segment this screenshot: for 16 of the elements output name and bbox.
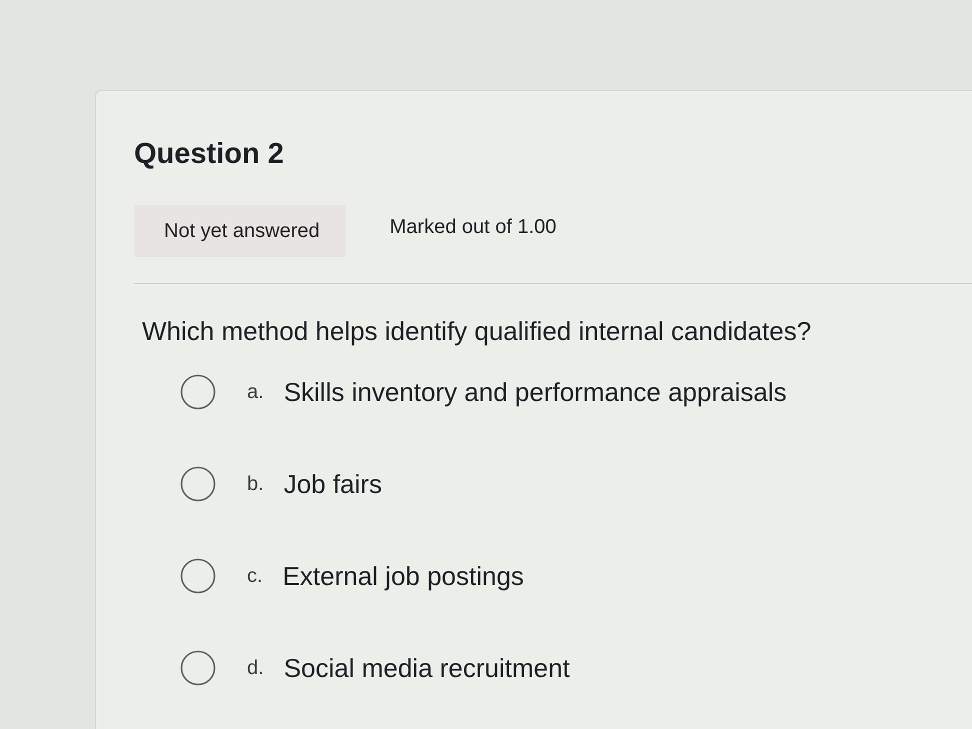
option-label[interactable]: External job postings bbox=[282, 559, 524, 593]
status-badge: Not yet answered bbox=[134, 205, 346, 257]
option-label[interactable]: Job fairs bbox=[284, 467, 382, 501]
radio-button[interactable] bbox=[180, 374, 216, 410]
option-label[interactable]: Social media recruitment bbox=[284, 651, 570, 685]
option-letter: b. bbox=[247, 472, 264, 496]
radio-button[interactable] bbox=[180, 558, 216, 594]
question-title: Question 2 bbox=[134, 137, 284, 171]
option-letter: c. bbox=[247, 564, 263, 588]
option-letter: a. bbox=[247, 380, 264, 404]
radio-button[interactable] bbox=[180, 650, 216, 686]
radio-button[interactable] bbox=[180, 466, 216, 502]
option-letter: d. bbox=[247, 656, 264, 680]
option-label[interactable]: Skills inventory and performance appraisals bbox=[284, 375, 787, 409]
mark-label: Marked out of 1.00 bbox=[390, 215, 556, 240]
question-text: Which method helps identify qualified internal candidates? bbox=[142, 315, 812, 348]
